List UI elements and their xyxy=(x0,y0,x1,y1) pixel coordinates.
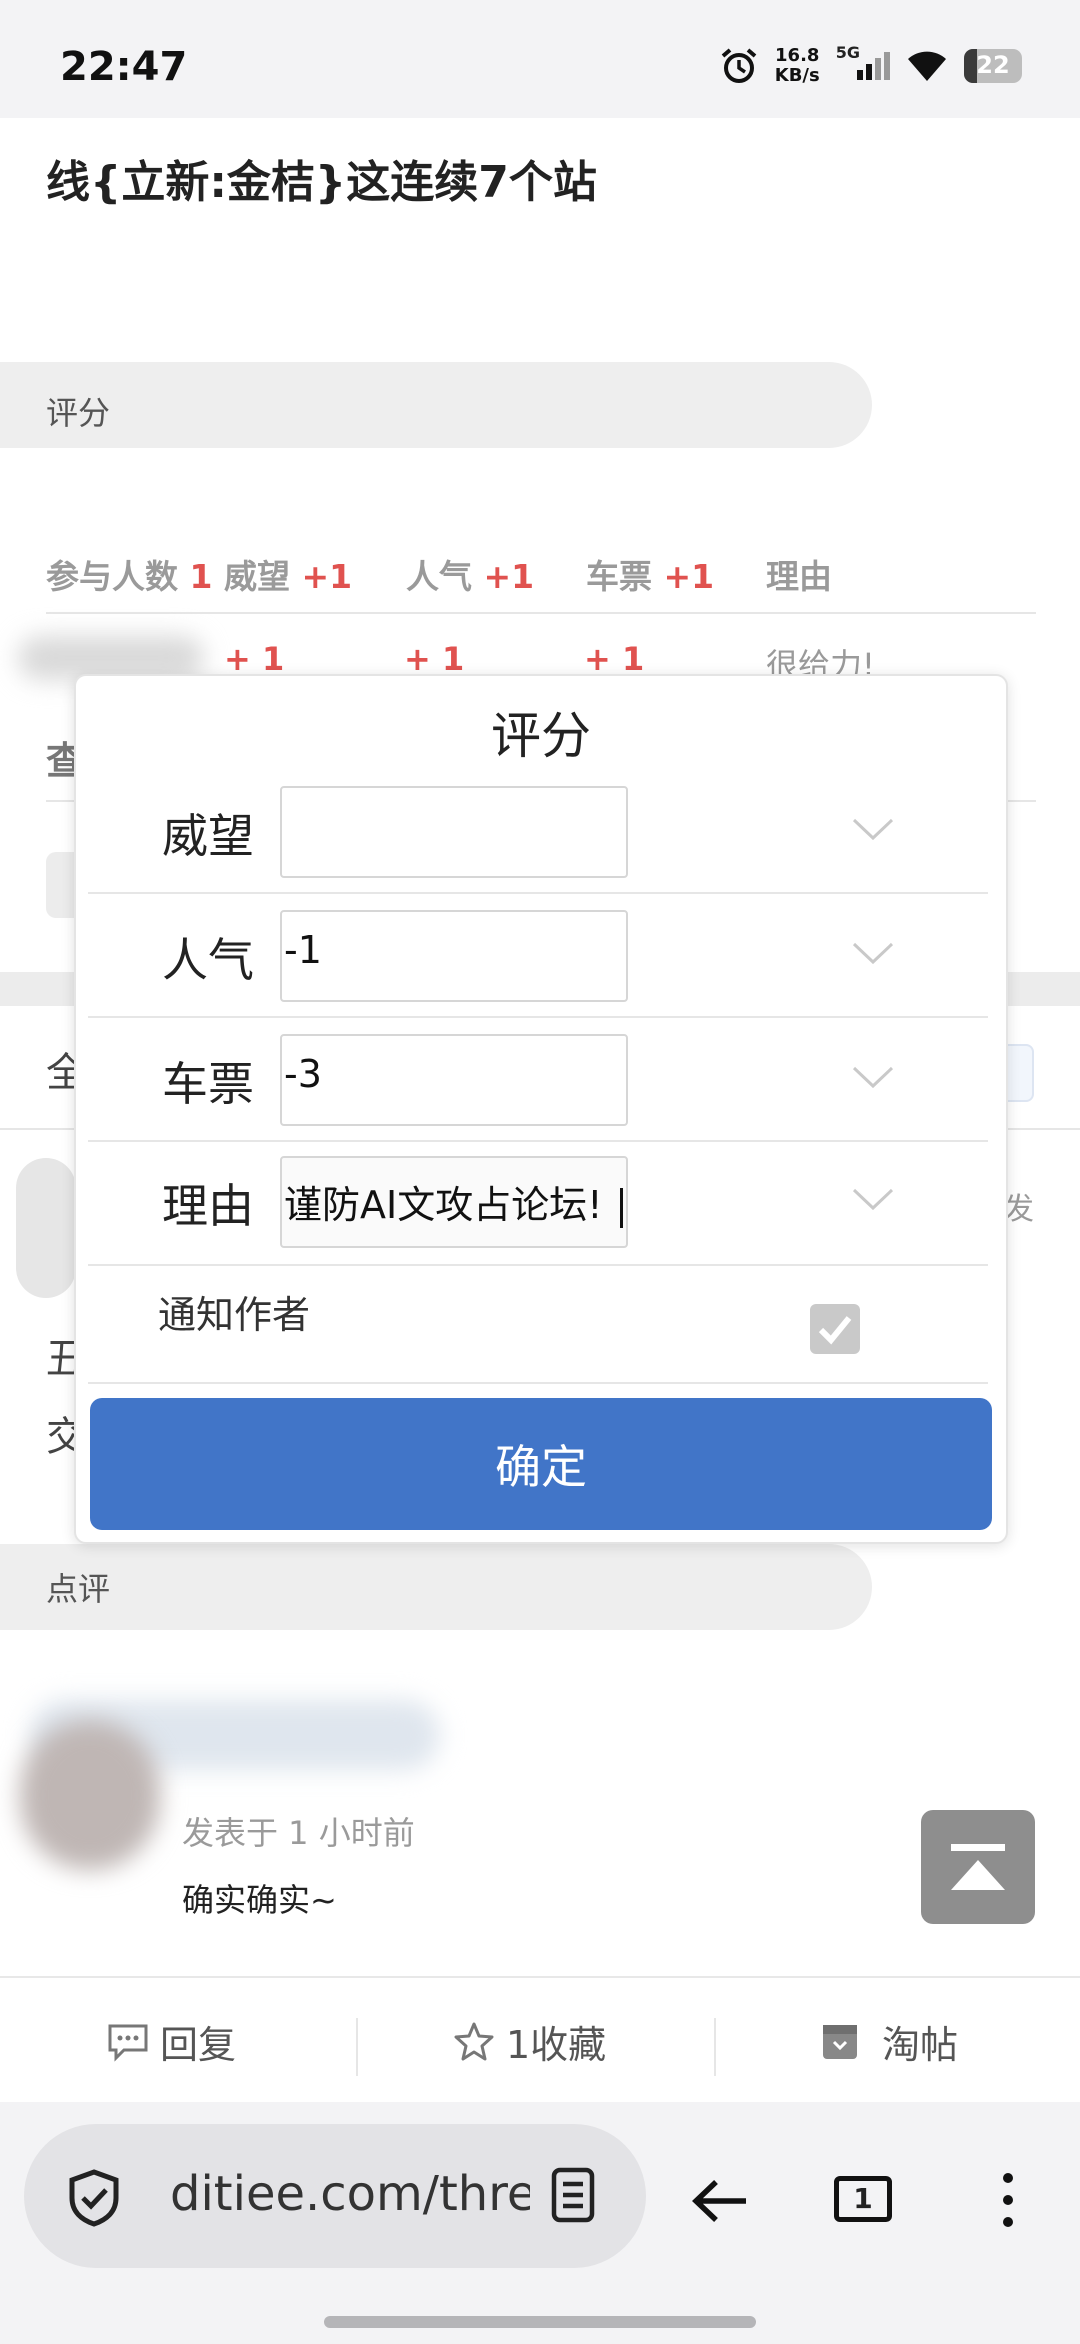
field-separator xyxy=(88,1264,988,1266)
ticket-header: 车票 xyxy=(586,557,652,596)
speed-unit: KB/s xyxy=(774,65,820,86)
comment-text: 确实确实~ xyxy=(182,1881,337,1919)
alarm-icon xyxy=(721,48,757,83)
prestige-delta: +1 xyxy=(301,557,353,596)
status-icons: 16.8 KB/s 5G 22 xyxy=(719,43,1022,86)
confirm-button[interactable]: 确定 xyxy=(90,1398,992,1530)
field-separator xyxy=(88,892,988,894)
network-speed: 16.8 KB/s xyxy=(775,46,820,86)
more-menu-icon[interactable] xyxy=(996,2170,1020,2230)
browser-toolbar: ditiee.com/thre 1 xyxy=(0,2102,1080,2344)
archive-icon xyxy=(823,2024,857,2059)
back-arrow-icon[interactable] xyxy=(690,2176,750,2226)
signal-icon: 5G xyxy=(836,43,890,80)
prestige-header: 威望 xyxy=(223,557,290,596)
reason-label: 理由 xyxy=(162,1179,254,1233)
popularity-label: 人气 xyxy=(162,933,254,987)
reply-label: 回复 xyxy=(160,2023,237,2067)
ticket-column-header: 车票 +1 xyxy=(586,550,714,598)
commenter-avatar[interactable] xyxy=(20,1720,160,1870)
notify-author-label: 通知作者 xyxy=(158,1293,311,1337)
action-separator xyxy=(356,2018,358,2076)
checkmark-icon xyxy=(818,1316,852,1345)
poster-avatar[interactable] xyxy=(16,1158,76,1298)
participants-count: 1 xyxy=(189,557,213,596)
field-separator xyxy=(88,1016,988,1018)
reader-mode-icon[interactable] xyxy=(550,2166,596,2224)
rating-divider xyxy=(46,612,1036,614)
network-type: 5G xyxy=(835,43,860,62)
favorite-button[interactable]: 1收藏 xyxy=(452,2014,606,2069)
ticket-label: 车票 xyxy=(162,1057,254,1111)
comment-meta: 发表于 1 小时前 xyxy=(182,1814,415,1852)
reply-timestamp-partial: 发 xyxy=(1004,1192,1034,1227)
row-ticket: + 1 xyxy=(584,640,645,678)
chevron-down-icon[interactable] xyxy=(852,818,894,842)
tao-label: 淘帖 xyxy=(882,2023,959,2067)
popularity-input[interactable]: -1 xyxy=(280,910,628,1002)
address-bar[interactable]: ditiee.com/thre xyxy=(24,2124,646,2268)
thread-title: 线{立新:金桔}这连续7个站 xyxy=(46,157,597,208)
rating-section-label: 评分 xyxy=(46,394,111,432)
status-bar: 22:47 16.8 KB/s 5G 22 xyxy=(0,0,1080,118)
reason-input[interactable]: 谨防AI文攻占论坛! xyxy=(280,1156,628,1248)
chevron-down-icon[interactable] xyxy=(852,942,894,966)
gesture-handle xyxy=(324,2316,756,2328)
shield-check-icon[interactable] xyxy=(66,2168,122,2228)
notify-author-checkbox[interactable] xyxy=(810,1304,860,1354)
review-section-label: 点评 xyxy=(46,1570,111,1608)
popularity-delta: +1 xyxy=(483,557,535,596)
speed-value: 16.8 xyxy=(775,45,820,66)
field-separator xyxy=(88,1140,988,1142)
rating-participants: 参与人数 1 威望 +1 xyxy=(46,550,352,598)
battery-level: 22 xyxy=(976,51,1010,79)
wifi-icon xyxy=(908,51,946,81)
row-prestige: + 1 xyxy=(224,640,285,678)
field-separator xyxy=(88,1382,988,1384)
rating-section-header: 评分 xyxy=(0,362,872,448)
comment-icon xyxy=(108,2024,148,2062)
popularity-header: 人气 xyxy=(406,557,472,596)
rating-dialog: 评分 威望 人气 -1 车票 -3 理由 谨防AI文攻占论坛! 通知作者 确定 xyxy=(74,674,1008,1544)
reason-header: 理由 xyxy=(766,557,832,596)
prestige-input[interactable] xyxy=(280,786,628,878)
tab-switcher-button[interactable]: 1 xyxy=(834,2176,892,2222)
back-to-top-button[interactable] xyxy=(921,1810,1035,1924)
tao-button[interactable]: 淘帖 xyxy=(820,2014,958,2069)
action-separator xyxy=(714,2018,716,2076)
status-time: 22:47 xyxy=(60,44,188,90)
text-caret xyxy=(620,1187,624,1228)
review-section-header: 点评 xyxy=(0,1544,872,1630)
back-to-top-icon xyxy=(951,1844,1005,1851)
reason-value: 谨防AI文攻占论坛! xyxy=(284,1183,603,1227)
ticket-input[interactable]: -3 xyxy=(280,1034,628,1126)
post-action-bar: 回复 1收藏 淘帖 xyxy=(0,1976,1080,2102)
reply-button[interactable]: 回复 xyxy=(106,2014,236,2069)
prestige-label: 威望 xyxy=(162,809,254,863)
chevron-down-icon[interactable] xyxy=(852,1066,894,1090)
chevron-down-icon[interactable] xyxy=(852,1188,894,1212)
battery-icon: 22 xyxy=(964,49,1022,83)
participants-label: 参与人数 xyxy=(46,557,178,596)
favorite-label: 1收藏 xyxy=(506,2023,607,2067)
ticket-delta: +1 xyxy=(663,557,715,596)
star-icon xyxy=(454,2022,494,2060)
popularity-column-header: 人气 +1 xyxy=(406,550,534,598)
url-text[interactable]: ditiee.com/thre xyxy=(170,2166,530,2222)
dialog-title: 评分 xyxy=(491,707,591,765)
row-popularity: + 1 xyxy=(404,640,465,678)
